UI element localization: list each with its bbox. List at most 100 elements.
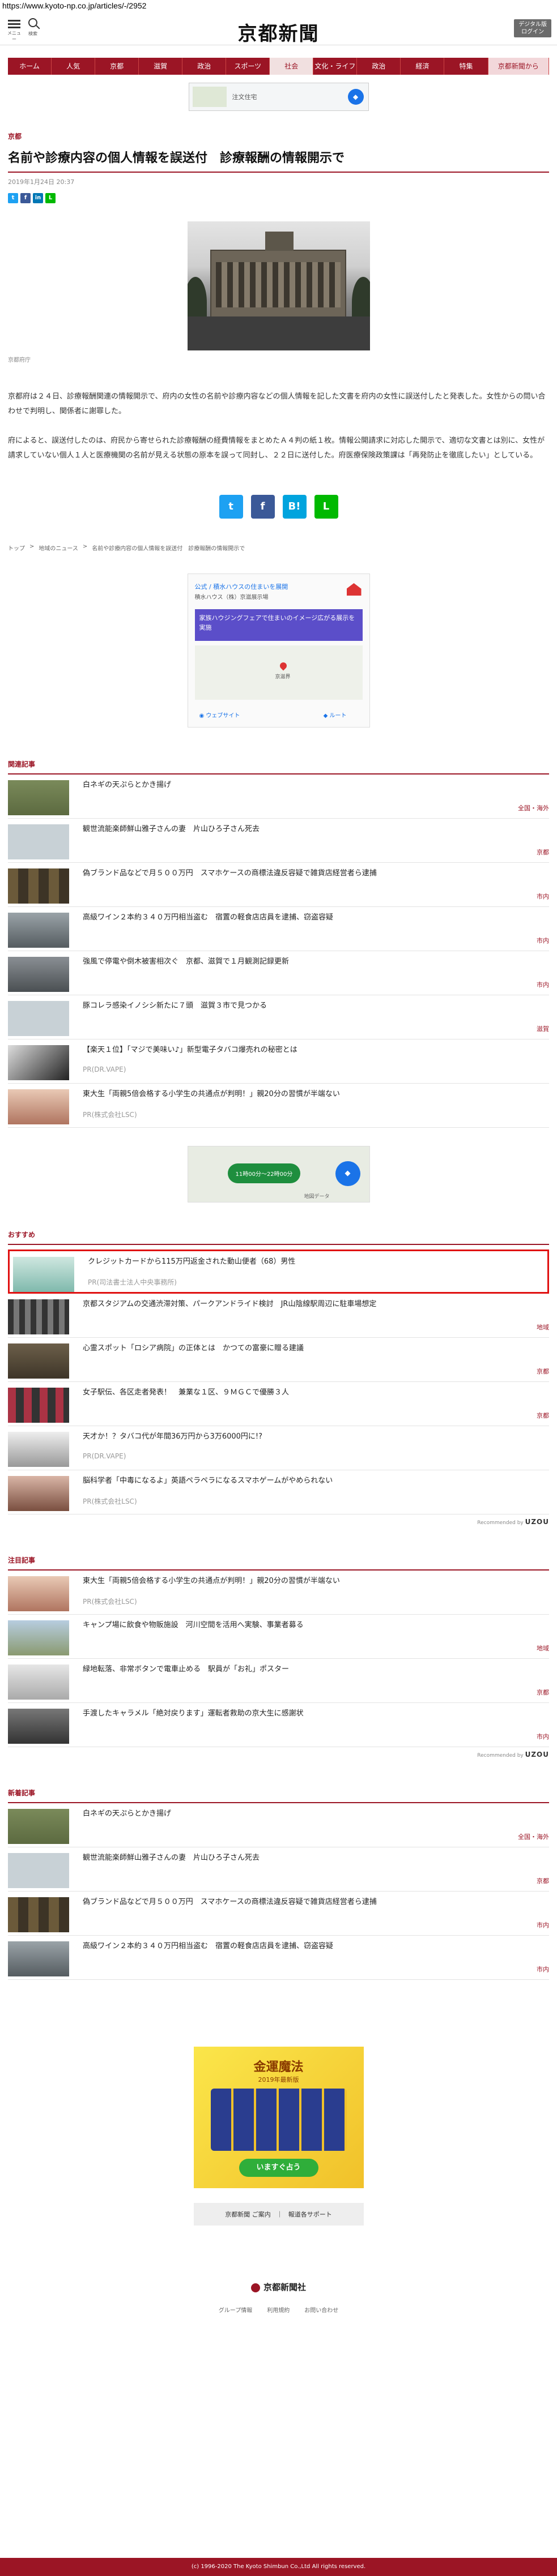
ad-map-thumb <box>192 87 227 107</box>
article-section[interactable]: 京都 <box>8 131 549 141</box>
list-item[interactable]: 手渡したキャラメル「絶対戻ります」運転者救助の京大生に感謝状 市内 <box>8 1703 549 1747</box>
article-thumbnail <box>8 1576 69 1611</box>
map-ad[interactable]: 公式 / 積水ハウスの住まいを展開 積水ハウス（株）京滋展示場 家族ハウジングフ… <box>187 574 370 728</box>
nav-from-kyoto-shimbun[interactable]: 京都新聞から <box>488 58 549 75</box>
related-articles: 関連記事 白ネギの天ぷらとかき揚げ 全国・海外 観世流能楽師鮮山雅子さんの妻 片山… <box>8 759 549 1128</box>
article-thumbnail <box>8 1299 69 1334</box>
nav-shiga[interactable]: 滋賀 <box>139 58 183 75</box>
category-badge: 京都 <box>537 1412 549 1419</box>
facebook-share-button[interactable]: f <box>250 495 275 519</box>
map-pin-label: 京滋界 <box>275 674 291 680</box>
address-bar[interactable]: https://www.kyoto-np.co.jp/articles/-/29… <box>0 0 557 12</box>
article-thumbnail <box>8 1388 69 1423</box>
article-thumbnail <box>8 1941 69 1976</box>
footer-link-guide[interactable]: 京都新聞 ご案内 <box>225 2210 271 2219</box>
twitter-share-button[interactable]: t <box>219 495 243 519</box>
article-thumbnail <box>8 1432 69 1467</box>
list-item[interactable]: 東大生「両親5倍会格する小学生の共通点が判明！」親20分の習慣が半端ない PR(株… <box>8 1084 549 1128</box>
footer-link-support[interactable]: 報道各サポート <box>288 2210 332 2219</box>
nav-culture[interactable]: 文化・ライフ <box>313 58 358 75</box>
article-thumbnail <box>8 1809 69 1844</box>
footer-nav: グループ情報 利用規約 お問い合わせ <box>0 2305 557 2314</box>
footer-contact[interactable]: お問い合わせ <box>304 2305 338 2314</box>
prefectural-office-building <box>210 232 346 318</box>
latest-articles: 新着記事 白ネギの天ぷらとかき揚げ 全国・海外 観世流能楽師鮮山雅子さんの妻 片山… <box>8 1788 549 1980</box>
ad-sq-button[interactable]: いますぐ占う <box>239 2159 318 2177</box>
ad-route-icon[interactable]: ◆ <box>347 89 364 105</box>
list-item[interactable]: 高級ワイン２本約３４０万円相当盗む 宿置の軽食店店員を逮捕、窃盗容疑 市内 <box>8 1936 549 1980</box>
nav-kyoto[interactable]: 京都 <box>95 58 139 75</box>
category-badge: 市内 <box>537 937 549 944</box>
breadcrumb-local-news[interactable]: 地域のニュース <box>39 544 78 552</box>
article-thumbnail <box>8 1001 69 1036</box>
list-item[interactable]: 脳科学者「中毒になるよ」英語ペラペラになるスマホゲームがやめられない PR(株式会… <box>8 1470 549 1514</box>
ad-mid-route-icon[interactable]: ◆ <box>335 1161 360 1186</box>
footer-group-info[interactable]: グループ情報 <box>219 2305 252 2314</box>
nav-features[interactable]: 特集 <box>444 58 488 75</box>
site-header: メニュー 検索 京都新聞 デジタル版 ログイン <box>0 12 557 45</box>
line-share-button[interactable]: L <box>314 495 338 519</box>
list-item[interactable]: 偽ブランド品などで月５００万円 スマホケースの商標法違反容疑で雑貨店経営者ら逮捕… <box>8 1892 549 1936</box>
category-badge: 全国・海外 <box>518 1833 549 1841</box>
pr-sponsor: PR(株式会社LSC) <box>83 1497 137 1506</box>
list-item[interactable]: 豚コレラ感染イノシシ新たに７頭 滋賀３市で見つかる 滋賀 <box>8 995 549 1039</box>
list-item-highlighted[interactable]: クレジットカードから115万円返金された動山便者（68）男性 PR(司法書士法人中… <box>8 1250 549 1294</box>
article-body: 京都府は２４日、診療報酬関連の情報開示で、府内の女性の名前や診療内容などの個人情… <box>8 390 549 463</box>
nav-society[interactable]: 社会 <box>270 58 314 75</box>
list-item[interactable]: 天才か！？タバコ代が年間36万円から3万6000円に!? PR(DR.VAPE) <box>8 1426 549 1470</box>
footer-terms[interactable]: 利用規約 <box>267 2305 290 2314</box>
article-thumbnail <box>8 1343 69 1379</box>
list-item[interactable]: 強風で停電や倒木被害相次ぐ 京都、滋賀で１月観測記録更新 市内 <box>8 951 549 995</box>
nav-politics-2[interactable]: 政治 <box>357 58 401 75</box>
article-thumbnail <box>8 957 69 992</box>
list-item[interactable]: 高級ワイン２本約３４０万円相当盗む 宿置の軽食店店員を逮捕、窃盗容疑 市内 <box>8 907 549 951</box>
list-item[interactable]: 【楽天１位】「マジで美味い♪」新型電子タバコ爆売れの秘密とは PR(DR.VAPE… <box>8 1039 549 1084</box>
line-share-icon[interactable]: L <box>45 193 56 203</box>
uzou-logo[interactable]: UZOU <box>525 1518 549 1526</box>
twitter-share-icon[interactable]: t <box>8 193 18 203</box>
article-date: 2019年1月24日 20:37 <box>8 178 75 186</box>
category-badge: 京都 <box>537 1368 549 1375</box>
map-ad-small[interactable]: 11時00分〜22時00分 ◆ 地図データ <box>187 1146 370 1203</box>
list-item[interactable]: 偽ブランド品などで月５００万円 スマホケースの商標法違反容疑で雑貨店経営者ら逮捕… <box>8 863 549 907</box>
facebook-share-icon[interactable]: f <box>20 193 31 203</box>
footer-logo[interactable]: 京都新聞社 <box>0 2281 557 2293</box>
breadcrumb-current: 名前や診療内容の個人情報を誤送付 診療報酬の情報開示で <box>92 546 245 552</box>
nav-home[interactable]: ホーム <box>8 58 52 75</box>
ad-mid-button[interactable]: 11時00分〜22時00分 <box>227 1163 301 1183</box>
ad-route-button[interactable]: ◆ ルート <box>324 711 347 719</box>
list-item[interactable]: 観世流能楽師鮮山雅子さんの妻 片山ひろ子さん死去 京都 <box>8 819 549 863</box>
article-thumbnail <box>13 1257 74 1292</box>
list-item[interactable]: 白ネギの天ぷらとかき揚げ 全国・海外 <box>8 774 549 819</box>
site-logo[interactable]: 京都新聞 <box>0 18 557 46</box>
list-item[interactable]: 東大生「両親5倍会格する小学生の共通点が判明！」親20分の習慣が半端ない PR(株… <box>8 1571 549 1615</box>
fortune-ad[interactable]: 金運魔法 2019年最新版 いますぐ占う <box>193 2047 364 2188</box>
login-button[interactable]: デジタル版 ログイン <box>514 19 551 37</box>
nav-politics[interactable]: 政治 <box>182 58 227 75</box>
breadcrumb-top[interactable]: トップ <box>8 544 25 552</box>
list-item[interactable]: 京都スタジアムの交通渋滞対策、パークアンドライド検討 JR山陰線駅周辺に駐車場想… <box>8 1294 549 1338</box>
list-item[interactable]: 女子駅伝、各区走者発表！ 兼業な１区、９ＭＧＣで優勝３人 京都 <box>8 1382 549 1426</box>
map-pin-icon <box>278 661 288 671</box>
nav-economy[interactable]: 経済 <box>401 58 445 75</box>
ad-website-button[interactable]: ◉ ウェブサイト <box>199 711 240 719</box>
nav-popular[interactable]: 人気 <box>52 58 96 75</box>
list-item[interactable]: 観世流能楽師鮮山雅子さんの妻 片山ひろ子さん死去 京都 <box>8 1847 549 1892</box>
article-thumbnail <box>8 1709 69 1744</box>
uzou-logo[interactable]: UZOU <box>525 1751 549 1758</box>
linkedin-share-icon[interactable]: in <box>33 193 43 203</box>
pr-sponsor: PR(DR.VAPE) <box>83 1066 126 1074</box>
article-paragraph: 京都府は２４日、診療報酬関連の情報開示で、府内の女性の名前や診療内容などの個人情… <box>8 392 546 416</box>
breadcrumb: トップ > 地域のニュース > 名前や診療内容の個人情報を誤送付 診療報酬の情報開示… <box>8 544 245 552</box>
latest-heading: 新着記事 <box>8 1788 549 1803</box>
list-item[interactable]: 心霊スポット「ロシア病院」の正体とは かつての富豪に贈る建議 京都 <box>8 1338 549 1382</box>
category-badge: 京都 <box>537 1877 549 1885</box>
list-item[interactable]: キャンプ場に飲食や物販施設 河川空間を活用へ実験、事業者募る 地域 <box>8 1615 549 1659</box>
hatena-share-button[interactable]: B! <box>282 495 307 519</box>
list-item[interactable]: 緑地転落、非常ボタンで電車止める 駅員が「お礼」ポスター 京都 <box>8 1659 549 1703</box>
list-item[interactable]: 白ネギの天ぷらとかき揚げ 全国・海外 <box>8 1803 549 1847</box>
top-ad-banner[interactable]: 注文住宅 ◆ <box>188 83 369 111</box>
ad-house-icon <box>346 583 362 596</box>
nav-sports[interactable]: スポーツ <box>226 58 270 75</box>
category-badge: 市内 <box>537 1922 549 1929</box>
